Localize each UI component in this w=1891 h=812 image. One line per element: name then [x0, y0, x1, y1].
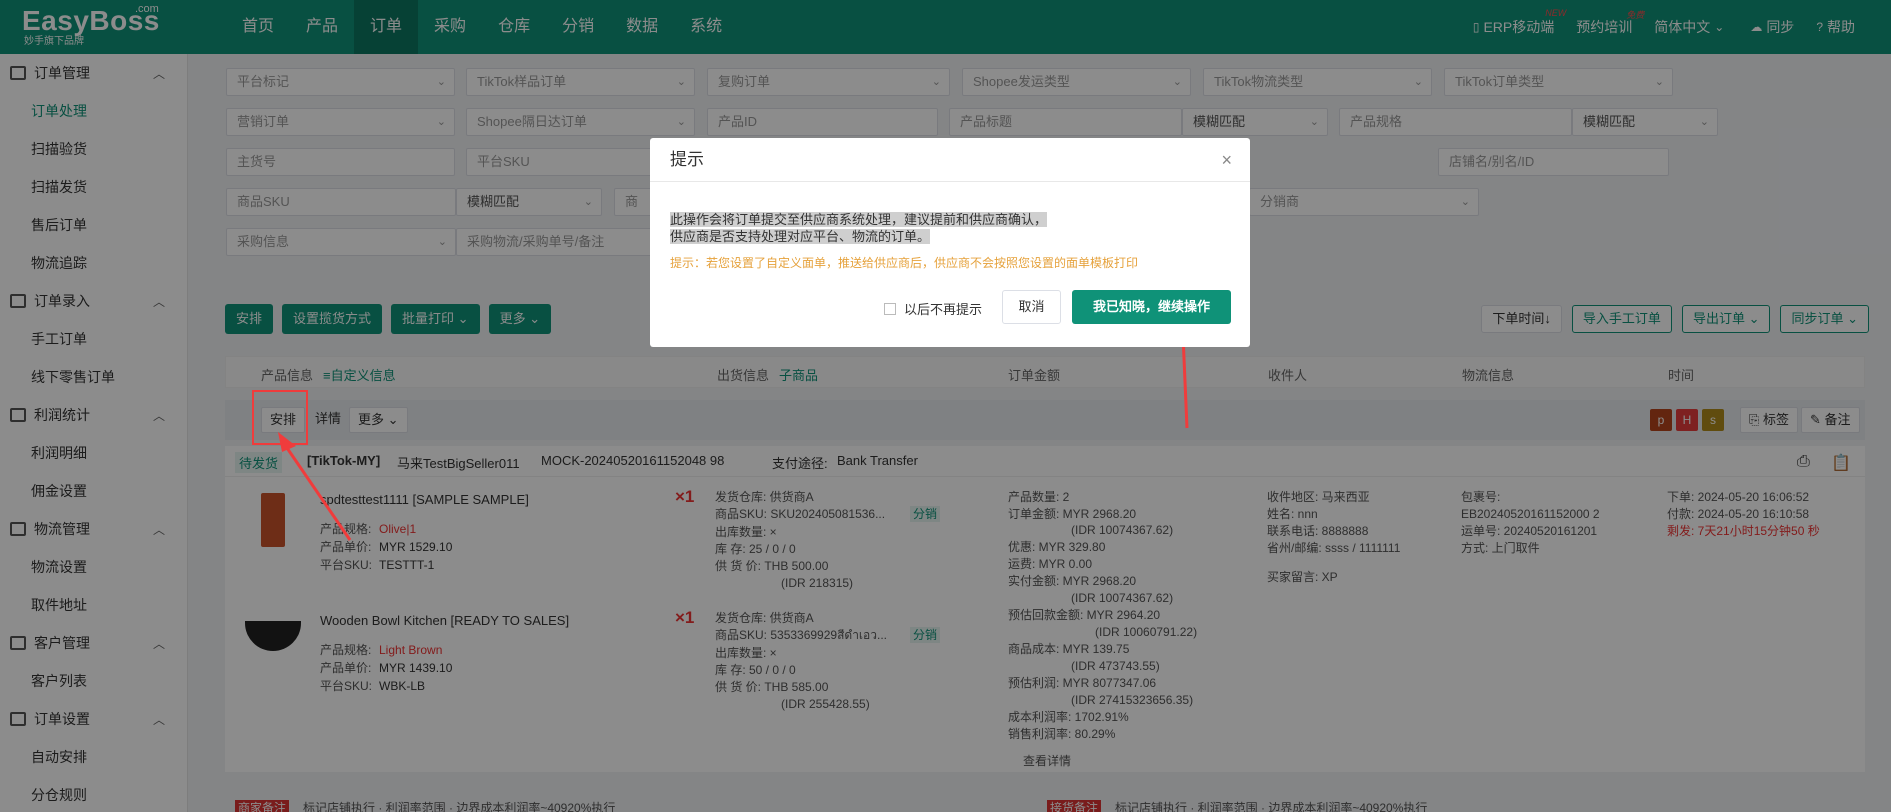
confirm-continue-button[interactable]: 我已知晓，继续操作 — [1072, 290, 1231, 324]
dont-show-again-checkbox[interactable]: 以后不再提示 — [884, 299, 982, 318]
checkbox-box[interactable] — [884, 302, 896, 315]
dialog-header: 提示 × — [650, 138, 1250, 182]
dialog-message-line2: 供应商是否支持处理对应平台、物流的订单。 — [670, 229, 931, 244]
dialog-title: 提示 — [670, 150, 704, 169]
dialog-message: 此操作会将订单提交至供应商系统处理，建议提前和供应商确认， 供应商是否支持处理对… — [670, 211, 1048, 245]
dialog-tip: 提示：若您设置了自定义面单，推送给供应商后，供应商不会按照您设置的面单模板打印 — [670, 256, 1139, 270]
cancel-button[interactable]: 取消 — [1002, 290, 1061, 324]
dialog-message-line1: 此操作会将订单提交至供应商系统处理，建议提前和供应商确认， — [670, 212, 1048, 227]
checkbox-label: 以后不再提示 — [904, 302, 983, 317]
highlight-box — [252, 390, 308, 445]
confirm-dialog: 提示 × 此操作会将订单提交至供应商系统处理，建议提前和供应商确认， 供应商是否… — [650, 138, 1250, 347]
close-icon[interactable]: × — [1221, 138, 1232, 182]
